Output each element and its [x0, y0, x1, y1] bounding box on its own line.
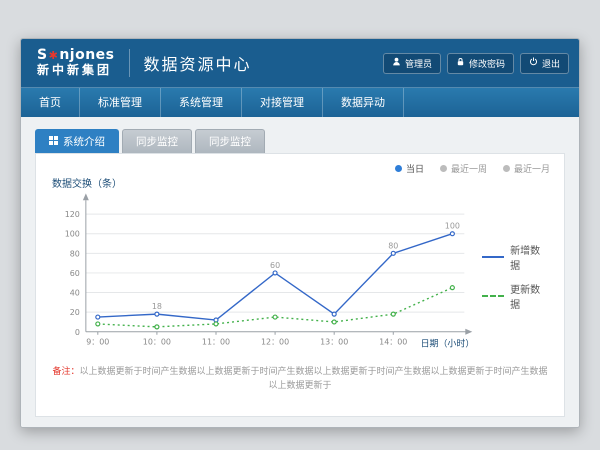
svg-text:120: 120: [65, 210, 80, 219]
app-window: S✱njones 新中新集团 数据资源中心 管理员 修改密码 退出 首页 标准管…: [20, 38, 580, 428]
svg-text:100: 100: [445, 222, 460, 231]
dotted-line-icon: [482, 295, 504, 297]
header-bar: S✱njones 新中新集团 数据资源中心 管理员 修改密码 退出: [21, 39, 579, 87]
logout-button[interactable]: 退出: [520, 53, 569, 74]
nav-item-system-mgmt[interactable]: 系统管理: [161, 88, 242, 117]
power-icon: [529, 57, 538, 69]
filter-today[interactable]: 当日: [395, 162, 424, 175]
svg-text:100: 100: [65, 230, 80, 239]
filter-label: 最近一月: [514, 162, 550, 175]
svg-text:12：00: 12：00: [261, 338, 289, 347]
line-chart: 0 20 40 60 80 100 120 9：00 10：00 11：00 12：00 13：00 1…: [50, 192, 478, 360]
filter-last-week[interactable]: 最近一周: [440, 162, 487, 175]
change-password-button[interactable]: 修改密码: [447, 53, 514, 74]
tab-sync-monitor-1[interactable]: 同步监控: [122, 129, 192, 153]
svg-text:10：00: 10：00: [143, 338, 171, 347]
user-icon: [392, 57, 401, 69]
nav-item-interface-mgmt[interactable]: 对接管理: [242, 88, 323, 117]
legend-dot: [395, 165, 402, 172]
filter-label: 最近一周: [451, 162, 487, 175]
footnote-text: 以上数据更新于时间产生数据以上数据更新于时间产生数据以上数据更新于时间产生数据以…: [80, 367, 548, 391]
svg-text:80: 80: [70, 249, 80, 258]
nav-item-standard-mgmt[interactable]: 标准管理: [80, 88, 161, 117]
grid-icon: [49, 136, 58, 148]
svg-text:60: 60: [270, 261, 280, 270]
tab-label: 系统介绍: [63, 134, 105, 149]
nav-item-data-change[interactable]: 数据异动: [323, 88, 404, 117]
svg-text:80: 80: [388, 241, 398, 250]
filter-last-month[interactable]: 最近一月: [503, 162, 550, 175]
svg-text:13：00: 13：00: [320, 338, 348, 347]
tab-label: 同步监控: [136, 134, 178, 149]
change-password-label: 修改密码: [469, 57, 505, 70]
nav-item-home[interactable]: 首页: [21, 88, 80, 117]
svg-text:60: 60: [70, 269, 80, 278]
synjones-logo: S✱njones 新中新集团: [37, 48, 115, 78]
solid-line-icon: [482, 256, 504, 258]
header-divider: [129, 49, 130, 77]
svg-text:14：00: 14：00: [379, 338, 407, 347]
footnote: 备注：以上数据更新于时间产生数据以上数据更新于时间产生数据以上数据更新于时间产生…: [50, 366, 550, 393]
svg-text:11：00: 11：00: [202, 338, 230, 347]
logo-wordmark: S✱njones: [37, 48, 115, 63]
tab-system-intro[interactable]: 系统介绍: [35, 129, 119, 153]
legend-dot: [503, 165, 510, 172]
tab-strip: 系统介绍 同步监控 同步监控: [35, 129, 565, 153]
footnote-prefix: 备注：: [52, 367, 79, 377]
series-label: 新增数据: [510, 242, 550, 272]
tab-sync-monitor-2[interactable]: 同步监控: [195, 129, 265, 153]
lock-icon: [456, 57, 465, 69]
svg-text:9：00: 9：00: [86, 338, 109, 347]
time-filter-legend: 当日 最近一周 最近一月: [50, 162, 550, 175]
legend-dot: [440, 165, 447, 172]
series-label: 更新数据: [510, 281, 550, 311]
logo-star-icon: ✱: [49, 49, 59, 62]
svg-text:20: 20: [70, 308, 80, 317]
chart-area: 0 20 40 60 80 100 120 9：00 10：00 11：00 12：00 13：00 1…: [50, 192, 550, 360]
svg-text:0: 0: [75, 328, 80, 337]
legend-item-updated-data[interactable]: 更新数据: [482, 281, 550, 311]
svg-text:18: 18: [152, 302, 162, 311]
svg-text:日期（小时）: 日期（小时）: [421, 338, 475, 350]
logo-company-name: 新中新集团: [37, 63, 115, 78]
chart-panel: 当日 最近一周 最近一月 数据交换（条） 0 20 40 60 80 100 120 9：00…: [35, 153, 565, 417]
filter-label: 当日: [406, 162, 424, 175]
logout-label: 退出: [542, 57, 560, 70]
main-content: 系统介绍 同步监控 同步监控 当日 最近一周 最近一月 数据交换（条） 0 20 4…: [21, 117, 579, 427]
tab-label: 同步监控: [209, 134, 251, 149]
admin-button[interactable]: 管理员: [383, 53, 441, 74]
page-title: 数据资源中心: [144, 51, 252, 75]
svg-text:40: 40: [70, 289, 80, 298]
series-legend: 新增数据 更新数据: [482, 233, 550, 320]
y-axis-title: 数据交换（条）: [52, 175, 550, 190]
main-nav: 首页 标准管理 系统管理 对接管理 数据异动: [21, 87, 579, 117]
legend-item-new-data[interactable]: 新增数据: [482, 242, 550, 272]
admin-button-label: 管理员: [405, 57, 432, 70]
